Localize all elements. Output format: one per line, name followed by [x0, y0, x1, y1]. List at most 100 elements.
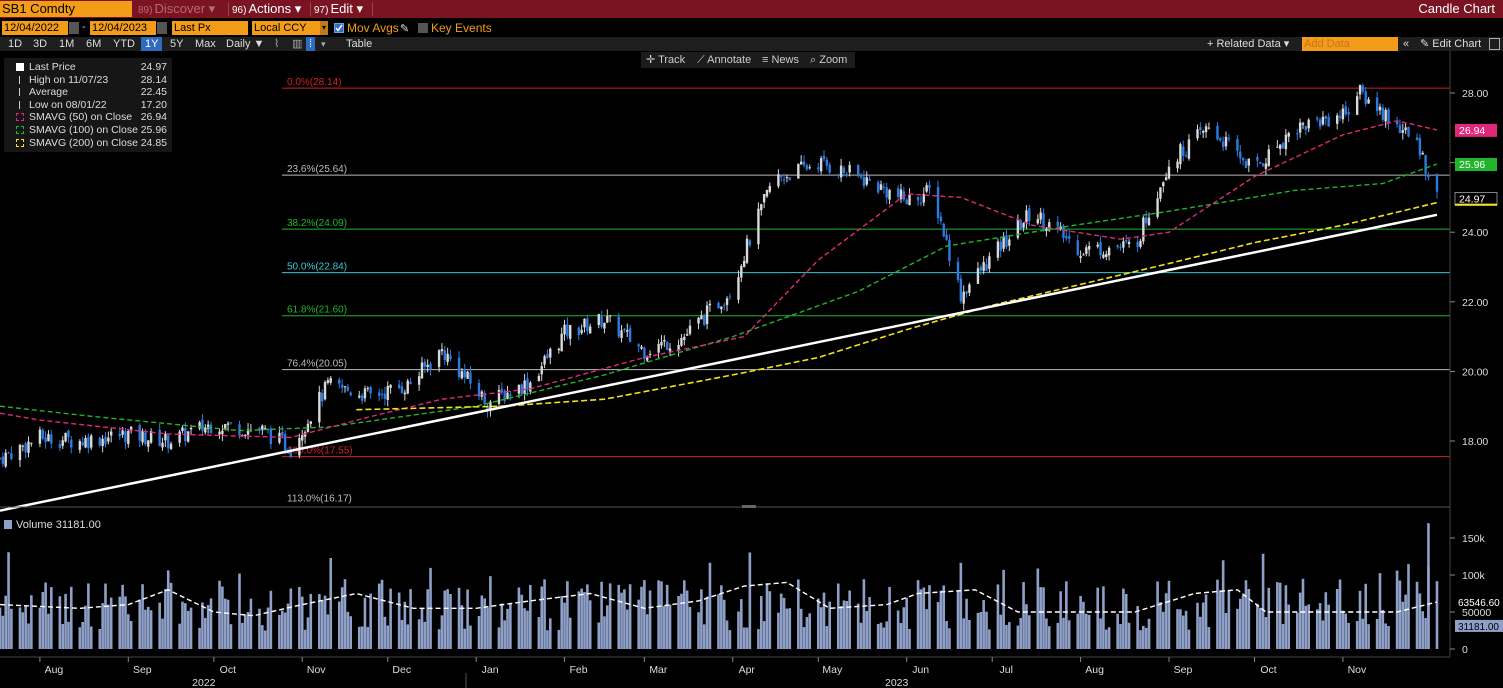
- candle[interactable]: [862, 177, 866, 187]
- candle[interactable]: [7, 452, 10, 454]
- volume-bar[interactable]: [1301, 578, 1305, 649]
- volume-bar[interactable]: [1019, 617, 1023, 649]
- candle[interactable]: [244, 434, 247, 436]
- volume-bar[interactable]: [922, 587, 926, 649]
- volume-bar[interactable]: [503, 620, 506, 649]
- volume-bar[interactable]: [822, 592, 826, 649]
- candle[interactable]: [1338, 116, 1342, 118]
- candle[interactable]: [443, 350, 446, 361]
- volume-bar[interactable]: [1176, 609, 1179, 649]
- candle[interactable]: [1415, 137, 1419, 141]
- candle[interactable]: [221, 430, 224, 435]
- volume-bar[interactable]: [1344, 613, 1348, 649]
- period-6m[interactable]: 6M: [86, 37, 101, 51]
- candle[interactable]: [1398, 124, 1402, 133]
- candle[interactable]: [1221, 141, 1225, 148]
- candle[interactable]: [1085, 247, 1088, 254]
- volume-bar[interactable]: [777, 612, 780, 649]
- volume-bar[interactable]: [1284, 585, 1288, 649]
- candle[interactable]: [557, 348, 561, 351]
- candle[interactable]: [178, 431, 181, 443]
- volume-bar[interactable]: [805, 617, 809, 649]
- volume-bar[interactable]: [1099, 618, 1102, 649]
- volume-bar[interactable]: [1361, 618, 1365, 649]
- volume-bar[interactable]: [740, 599, 743, 649]
- candle[interactable]: [1127, 241, 1131, 244]
- volume-bar[interactable]: [529, 584, 532, 649]
- legend-item[interactable]: High on 11/07/23 28.14: [4, 74, 172, 86]
- volume-bar[interactable]: [166, 570, 170, 649]
- volume-bar[interactable]: [446, 589, 449, 649]
- volume-bar[interactable]: [985, 611, 988, 649]
- volume-bar[interactable]: [397, 592, 401, 649]
- candle[interactable]: [1147, 217, 1151, 226]
- candle[interactable]: [389, 384, 392, 388]
- candle[interactable]: [358, 395, 361, 398]
- volume-bar[interactable]: [50, 587, 53, 649]
- volume-bar[interactable]: [1381, 609, 1385, 649]
- candle[interactable]: [1207, 127, 1211, 129]
- chevron-down-icon[interactable]: ▾: [320, 21, 328, 35]
- candle[interactable]: [224, 424, 227, 429]
- candle[interactable]: [440, 349, 444, 352]
- legend-item[interactable]: SMAVG (50) on Close 26.94: [4, 111, 172, 123]
- candle[interactable]: [1196, 129, 1199, 139]
- volume-bar[interactable]: [67, 621, 70, 649]
- candle[interactable]: [842, 167, 846, 173]
- candle[interactable]: [189, 427, 193, 430]
- candle[interactable]: [107, 437, 110, 442]
- candle[interactable]: [21, 445, 25, 447]
- volume-bar[interactable]: [577, 591, 581, 649]
- candle[interactable]: [1244, 161, 1248, 169]
- volume-bar[interactable]: [1045, 618, 1048, 649]
- candle[interactable]: [201, 419, 204, 431]
- volume-bar[interactable]: [568, 617, 572, 649]
- candle[interactable]: [138, 425, 141, 441]
- candle[interactable]: [603, 322, 606, 329]
- volume-bar[interactable]: [1119, 624, 1122, 649]
- candle[interactable]: [1142, 217, 1145, 242]
- volume-bar[interactable]: [158, 602, 161, 649]
- period-ytd[interactable]: YTD: [113, 37, 135, 51]
- volume-bar[interactable]: [469, 625, 472, 649]
- volume-bar[interactable]: [962, 618, 966, 649]
- volume-bar[interactable]: [537, 617, 541, 649]
- candle[interactable]: [463, 368, 466, 378]
- volume-bar[interactable]: [1047, 626, 1051, 649]
- candle[interactable]: [586, 318, 589, 332]
- volume-bar[interactable]: [58, 596, 62, 649]
- candle[interactable]: [1107, 247, 1111, 256]
- volume-bar[interactable]: [500, 603, 504, 649]
- volume-bar[interactable]: [483, 598, 487, 649]
- candle[interactable]: [386, 385, 389, 400]
- candle[interactable]: [723, 304, 726, 306]
- volume-bar[interactable]: [896, 610, 900, 649]
- candle[interactable]: [1341, 108, 1345, 120]
- volume-bar[interactable]: [1159, 602, 1162, 649]
- candle[interactable]: [768, 186, 772, 192]
- volume-bar[interactable]: [1287, 604, 1291, 649]
- volume-bar[interactable]: [668, 604, 672, 649]
- volume-bar[interactable]: [657, 580, 660, 649]
- volume-bar[interactable]: [1005, 624, 1008, 649]
- candle[interactable]: [526, 378, 529, 391]
- volume-bar[interactable]: [648, 590, 652, 649]
- candle[interactable]: [397, 384, 401, 389]
- candle[interactable]: [229, 422, 233, 424]
- volume-bar[interactable]: [628, 584, 632, 649]
- volume-bar[interactable]: [865, 610, 869, 649]
- volume-bar[interactable]: [1008, 622, 1011, 649]
- frequency-select[interactable]: Daily ▼: [226, 37, 264, 51]
- candle[interactable]: [982, 261, 985, 271]
- candle[interactable]: [1307, 119, 1310, 129]
- volume-bar[interactable]: [888, 586, 891, 649]
- volume-bar[interactable]: [717, 594, 720, 649]
- volume-bar[interactable]: [1298, 592, 1302, 649]
- candle[interactable]: [1056, 221, 1059, 227]
- volume-bar[interactable]: [129, 620, 133, 649]
- candle[interactable]: [1204, 126, 1208, 133]
- calendar-icon[interactable]: [157, 22, 167, 34]
- candle[interactable]: [181, 427, 184, 432]
- volume-bar[interactable]: [982, 600, 985, 649]
- candle[interactable]: [70, 439, 73, 448]
